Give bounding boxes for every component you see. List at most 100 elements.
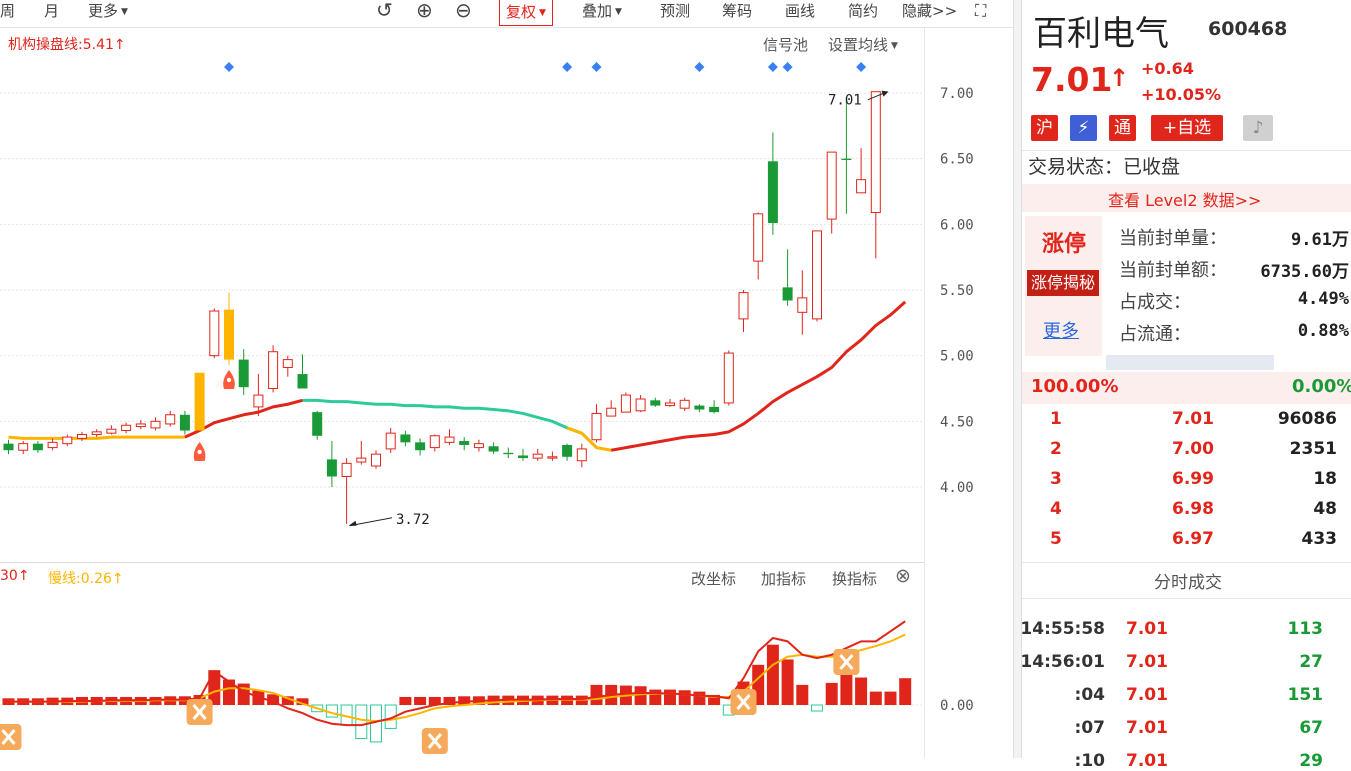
y-tick-label: 5.00 bbox=[940, 349, 974, 365]
signal-pool-button[interactable]: 信号池 bbox=[763, 34, 808, 55]
price-change: +0.64 bbox=[1141, 59, 1194, 78]
limit-more-link[interactable]: 更多 bbox=[1043, 317, 1079, 343]
y-tick-label: 0.00 bbox=[940, 698, 974, 714]
y-tick-label: 6.00 bbox=[940, 217, 974, 233]
candle-body bbox=[47, 441, 58, 449]
candle-body bbox=[562, 444, 573, 457]
candle-body bbox=[3, 443, 14, 451]
macd-bar bbox=[458, 696, 471, 705]
tick-price: 7.01 bbox=[1126, 619, 1168, 639]
candle-body bbox=[444, 436, 455, 443]
order-level: 3 bbox=[1050, 469, 1062, 489]
limit-value: 9.61万 bbox=[1291, 230, 1349, 250]
simple-mode-button[interactable]: 简约 bbox=[848, 0, 878, 26]
order-price: 6.98 bbox=[1172, 499, 1214, 519]
arrow-head bbox=[881, 90, 889, 97]
macd-bar bbox=[340, 704, 353, 726]
swap-indicator-button[interactable]: 换指标 bbox=[832, 568, 877, 589]
order-price: 6.99 bbox=[1172, 469, 1214, 489]
candle-body bbox=[356, 457, 367, 463]
macd-bar bbox=[722, 704, 735, 716]
candle-body bbox=[224, 309, 234, 360]
restore-rights-dropdown[interactable]: 复权 bbox=[499, 0, 553, 26]
candle-body bbox=[341, 462, 352, 477]
alert-bell-icon[interactable]: ♪ bbox=[1243, 115, 1273, 141]
macd-bar bbox=[178, 696, 191, 705]
macd-bar bbox=[693, 691, 706, 705]
collapse-handle[interactable] bbox=[1106, 355, 1274, 370]
macd-bar bbox=[281, 696, 294, 705]
tick-volume: 151 bbox=[1287, 685, 1324, 705]
candle-body bbox=[282, 359, 293, 368]
macd-bar bbox=[311, 704, 324, 713]
connect-tag: 通 bbox=[1109, 115, 1136, 141]
candle-body bbox=[371, 453, 381, 467]
fullscreen-icon[interactable]: ⛶ bbox=[975, 0, 986, 26]
chips-button[interactable]: 筹码 bbox=[722, 0, 752, 26]
order-volume: 18 bbox=[1313, 469, 1337, 489]
tick-volume: 67 bbox=[1299, 718, 1323, 738]
chart-toolbar: 周 月 更多 ↺ ⊕ ⊖ 复权 叠加 预测 筹码 画线 简约 隐藏>> ⛶ bbox=[0, 0, 1013, 28]
high-label: 7.01 bbox=[828, 93, 862, 109]
macd-bar bbox=[884, 691, 897, 705]
change-axis-button[interactable]: 改坐标 bbox=[691, 568, 736, 589]
macd-bar bbox=[296, 698, 309, 705]
tick-price: 7.01 bbox=[1126, 751, 1168, 771]
add-indicator-button[interactable]: 加指标 bbox=[761, 568, 806, 589]
kline-chart-area[interactable]: 周 月 更多 ↺ ⊕ ⊖ 复权 叠加 预测 筹码 画线 简约 隐藏>> ⛶ 机构… bbox=[0, 0, 1013, 758]
arrow-head bbox=[348, 520, 357, 526]
limit-reveal-button[interactable]: 涨停揭秘 bbox=[1027, 270, 1099, 296]
macd-bar bbox=[414, 696, 427, 705]
institution-line bbox=[610, 300, 907, 452]
zoom-in-icon[interactable]: ⊕ bbox=[416, 0, 433, 26]
period-month-tab[interactable]: 月 bbox=[44, 0, 59, 26]
add-watchlist-button[interactable]: +自选 bbox=[1151, 115, 1223, 141]
candle-body bbox=[723, 352, 734, 404]
hide-panel-button[interactable]: 隐藏>> bbox=[902, 0, 957, 26]
period-week-tab[interactable]: 周 bbox=[0, 0, 15, 26]
macd-bar bbox=[517, 695, 529, 705]
signal-marker-icon bbox=[782, 62, 793, 72]
order-level: 4 bbox=[1050, 499, 1062, 519]
macd-bar bbox=[90, 696, 103, 705]
close-indicator-icon[interactable]: ⊗ bbox=[895, 565, 911, 587]
overlay-dropdown[interactable]: 叠加 bbox=[582, 0, 622, 26]
divider bbox=[1022, 598, 1351, 599]
candle-body bbox=[18, 443, 29, 451]
order-ratio-bar: 100.00% 0.00% bbox=[1022, 372, 1351, 404]
limit-label: 占成交： bbox=[1119, 292, 1191, 313]
cross-signal-icon bbox=[421, 728, 448, 754]
macd-bar bbox=[355, 704, 368, 739]
y-tick-label: 5.50 bbox=[940, 283, 974, 299]
signal-marker-icon bbox=[224, 62, 234, 72]
signal-marker-icon bbox=[591, 62, 602, 72]
macd-bar bbox=[605, 684, 618, 705]
candle-body bbox=[503, 452, 514, 455]
level2-banner[interactable]: 查看 Level2 数据>> bbox=[1022, 184, 1351, 212]
zoom-out-icon[interactable]: ⊖ bbox=[455, 0, 472, 26]
draw-line-button[interactable]: 画线 bbox=[785, 0, 815, 26]
ma-settings-dropdown[interactable]: 设置均线 bbox=[828, 34, 898, 55]
order-volume: 48 bbox=[1313, 499, 1337, 519]
cross-mark bbox=[736, 694, 751, 710]
candle-body bbox=[62, 436, 73, 445]
panel-splitter[interactable] bbox=[1013, 0, 1021, 758]
undo-icon[interactable]: ↺ bbox=[376, 0, 393, 26]
candle-body bbox=[429, 435, 440, 449]
candle-body bbox=[606, 407, 617, 417]
rocket-window bbox=[197, 449, 202, 455]
macd-bar bbox=[208, 670, 221, 705]
order-level: 5 bbox=[1050, 529, 1062, 549]
axis-separator bbox=[924, 28, 925, 758]
shanghai-tag: 沪 bbox=[1031, 115, 1058, 141]
level2-link[interactable]: 查看 Level2 数据>> bbox=[1108, 187, 1261, 211]
flash-icon: ⚡ bbox=[1070, 115, 1097, 141]
candle-body bbox=[782, 287, 793, 301]
y-tick-label: 6.50 bbox=[940, 152, 974, 168]
tick-time: :07 bbox=[1074, 718, 1105, 738]
more-periods-dropdown[interactable]: 更多 bbox=[88, 0, 128, 26]
candle-body bbox=[812, 230, 822, 320]
predict-button[interactable]: 预测 bbox=[660, 0, 690, 26]
candle-body bbox=[297, 374, 308, 389]
candle-body bbox=[268, 351, 279, 389]
